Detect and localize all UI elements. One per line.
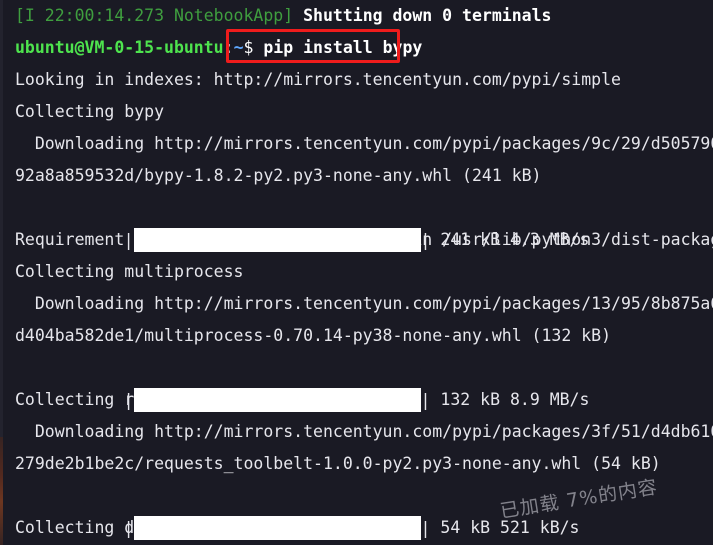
log-message: Shutting down 0 terminals <box>293 6 552 25</box>
output-downloading-multiprocess: Downloading http://mirrors.tencentyun.co… <box>15 294 713 313</box>
progress-row-multiprocess: | | 132 kB 8.9 MB/s <box>0 352 713 412</box>
prompt-user-host: ubuntu@VM-0-15-ubuntu <box>15 38 224 57</box>
progress-bar: | | <box>123 385 431 417</box>
output-looking-in-indexes: Looking in indexes: http://mirrors.tence… <box>15 70 621 89</box>
progress-stats: 132 kB 8.9 MB/s <box>430 390 590 409</box>
progress-stats: 241 kB 4.3 MB/s <box>430 230 590 249</box>
progress-left-pipe: | <box>123 230 134 250</box>
log-line-notebookapp: [I 22:00:14.273 NotebookApp] Shutting do… <box>0 0 713 32</box>
terminal-output: [I 22:00:14.273 NotebookApp] Shutting do… <box>0 0 713 545</box>
prompt-line: ubuntu@VM-0-15-ubuntu:~$ pip install byp… <box>0 32 713 64</box>
progress-right-pipe: | <box>420 230 431 250</box>
output-downloading-requests-toolbelt: Downloading http://mirrors.tencentyun.co… <box>15 422 713 441</box>
output-downloading-multiprocess-wrap: d404ba582de1/multiprocess-0.70.14-py38-n… <box>15 326 612 345</box>
progress-right-pipe: | <box>420 518 431 538</box>
terminal-window[interactable]: [I 22:00:14.273 NotebookApp] Shutting do… <box>0 0 713 545</box>
progress-left-pipe: | <box>123 518 134 538</box>
output-collecting-bypy: Collecting bypy <box>15 102 165 121</box>
progress-fill <box>133 516 421 540</box>
output-downloading-bypy: Downloading http://mirrors.tencentyun.co… <box>15 134 713 153</box>
terminal-left-gutter-accent <box>0 437 3 545</box>
progress-fill <box>133 388 421 412</box>
prompt-dollar: $ <box>243 38 264 57</box>
progress-fill <box>133 228 421 252</box>
command-text[interactable]: pip install bypy <box>263 38 422 57</box>
progress-bar: | | <box>123 513 431 545</box>
progress-row-requests-toolbelt: | | 54 kB 521 kB/s <box>0 480 713 540</box>
progress-stats: 54 kB 521 kB/s <box>430 518 580 537</box>
output-collecting-multiprocess: Collecting multiprocess <box>15 262 244 281</box>
progress-left-pipe: | <box>123 390 134 410</box>
output-downloading-bypy-wrap: 92a8a859532d/bypy-1.8.2-py2.py3-none-any… <box>15 166 542 185</box>
progress-right-pipe: | <box>420 390 431 410</box>
progress-bar: | | <box>123 225 431 257</box>
prompt-colon: : <box>223 38 234 57</box>
prompt-path: ~ <box>233 38 244 57</box>
progress-row-bypy: | | 241 kB 4.3 MB/s <box>0 192 713 252</box>
log-prefix: [I 22:00:14.273 NotebookApp] <box>15 6 294 25</box>
output-downloading-requests-toolbelt-wrap: 279de2b1be2c/requests_toolbelt-1.0.0-py2… <box>15 454 661 473</box>
